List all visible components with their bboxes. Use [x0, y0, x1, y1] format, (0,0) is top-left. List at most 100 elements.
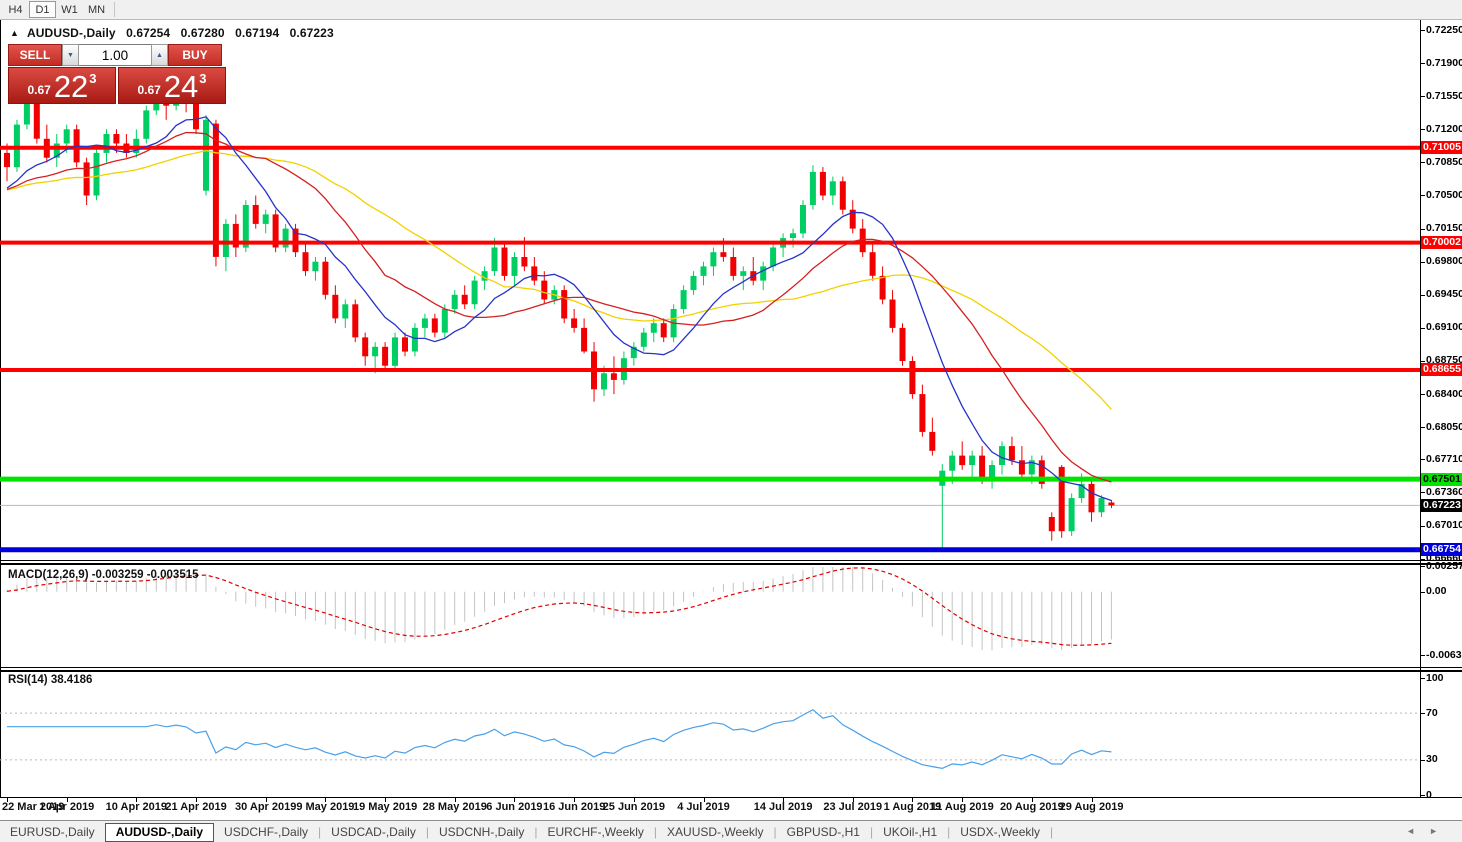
one-click-trade-panel: SELL ▼ ▲ BUY 0.67 22 3 0.67 24 3	[8, 44, 226, 104]
buy-price-pip: 3	[199, 71, 206, 86]
price-axis-tick	[1420, 492, 1425, 493]
rsi-axis-label: 70	[1426, 707, 1462, 720]
buy-button[interactable]: BUY	[168, 44, 222, 66]
price-axis-tick	[1420, 162, 1425, 163]
chart-tab-usdchf-daily[interactable]: USDCHF-,Daily	[214, 822, 318, 842]
chart-tab-usdcad-daily[interactable]: USDCAD-,Daily	[321, 822, 426, 842]
macd-axis-label: 0.00	[1426, 585, 1462, 598]
rsi-axis-label: 100	[1426, 672, 1462, 685]
price-axis-tick	[1420, 328, 1425, 329]
sell-price-prefix: 0.67	[27, 83, 50, 97]
date-axis[interactable]: 22 Mar 20191 Apr 201910 Apr 201921 Apr 2…	[0, 798, 1420, 816]
volume-input[interactable]	[79, 44, 151, 66]
current-price-badge: 0.67223	[1421, 499, 1462, 512]
macd-axis-tick	[1420, 566, 1425, 567]
chart-tab-xauusd-weekly[interactable]: XAUUSD-,Weekly	[657, 822, 773, 842]
mt4-window: H4D1W1MN ▲ AUDUSD-,Daily 0.67254 0.67280…	[0, 0, 1462, 842]
price-line-badge: 0.68655	[1421, 363, 1462, 376]
price-axis-label: 0.70150	[1426, 222, 1462, 235]
price-axis-tick	[1420, 63, 1425, 64]
timeframe-button-mn[interactable]: MN	[83, 1, 110, 18]
buy-price-button[interactable]: 0.67 24 3	[118, 67, 226, 104]
macd-axis-tick	[1420, 592, 1425, 593]
pane-separator[interactable]	[0, 560, 1462, 561]
price-axis-tick	[1420, 559, 1425, 560]
tab-scroll-left-icon[interactable]: ◄	[1406, 826, 1429, 836]
macd-axis-label: 0.002574	[1426, 560, 1462, 573]
price-line-badge: 0.66754	[1421, 543, 1462, 556]
price-axis-label: 0.67010	[1426, 519, 1462, 532]
tab-divider: |	[1050, 825, 1053, 839]
price-axis-tick	[1420, 96, 1425, 97]
price-axis-tick	[1420, 526, 1425, 527]
chart-tab-audusd-daily[interactable]: AUDUSD-,Daily	[105, 823, 214, 842]
volume-increase-button[interactable]: ▲	[151, 44, 168, 66]
price-axis-tick	[1420, 361, 1425, 362]
rsi-axis-tick	[1420, 795, 1425, 796]
rsi-axis-label: 0	[1426, 789, 1462, 802]
timeframe-toolbar: H4D1W1MN	[0, 0, 1462, 20]
price-axis-label: 0.68400	[1426, 388, 1462, 401]
rsi-axis-label: 30	[1426, 753, 1462, 766]
price-axis-label: 0.68050	[1426, 421, 1462, 434]
timeframe-button-d1[interactable]: D1	[29, 1, 56, 18]
buy-price-prefix: 0.67	[137, 83, 160, 97]
pane-separator[interactable]	[0, 667, 1462, 668]
timeframe-button-w1[interactable]: W1	[56, 1, 83, 18]
price-axis-tick	[1420, 459, 1425, 460]
price-axis-tick	[1420, 394, 1425, 395]
rsi-axis-tick	[1420, 678, 1425, 679]
macd-label: MACD(12,26,9) -0.003259 -0.003515	[8, 569, 199, 581]
price-axis-tick	[1420, 295, 1425, 296]
chart-tab-eurchf-weekly[interactable]: EURCHF-,Weekly	[537, 822, 653, 842]
price-axis-label: 0.71200	[1426, 123, 1462, 136]
price-axis-label: 0.69800	[1426, 255, 1462, 268]
macd-axis-label: -0.006326	[1426, 649, 1462, 662]
price-axis-label: 0.70500	[1426, 189, 1462, 202]
pane-separator[interactable]	[0, 563, 1462, 565]
date-axis-label: 4 Jul 2019	[662, 801, 746, 813]
chart-tab-bar: EURUSD-,DailyAUDUSD-,DailyUSDCHF-,Daily |…	[0, 820, 1462, 842]
price-axis-border	[1420, 20, 1421, 797]
sell-button[interactable]: SELL	[8, 44, 62, 66]
pane-separator[interactable]	[0, 670, 1462, 672]
rsi-label: RSI(14) 38.4186	[8, 674, 92, 686]
price-axis-label: 0.67360	[1426, 486, 1462, 499]
tab-scroll-arrows[interactable]: ◄►	[1406, 826, 1452, 836]
chart-tab-usdcnh-daily[interactable]: USDCNH-,Daily	[429, 822, 534, 842]
rsi-indicator-pane[interactable]	[0, 673, 1420, 796]
chart-tab-usdx-weekly[interactable]: USDX-,Weekly	[950, 822, 1050, 842]
macd-axis-tick	[1420, 655, 1425, 656]
date-axis-label: 29 Aug 2019	[1050, 801, 1134, 813]
sell-price-pip: 3	[89, 71, 96, 86]
tab-scroll-right-icon[interactable]: ►	[1429, 826, 1452, 836]
price-axis-label: 0.69100	[1426, 321, 1462, 334]
price-line-badge: 0.70002	[1421, 236, 1462, 249]
price-axis-label: 0.69450	[1426, 288, 1462, 301]
price-axis-tick	[1420, 195, 1425, 196]
ma-fast-line	[7, 117, 1111, 501]
price-axis-label: 0.70850	[1426, 156, 1462, 169]
price-line-badge: 0.67501	[1421, 473, 1462, 486]
chart-tab-eurusd-daily[interactable]: EURUSD-,Daily	[0, 822, 105, 842]
timeframe-button-h4[interactable]: H4	[2, 1, 29, 18]
rsi-axis-tick	[1420, 760, 1425, 761]
toolbar-divider	[114, 2, 115, 17]
sell-price-button[interactable]: 0.67 22 3	[8, 67, 116, 104]
chart-tab-gbpusd-h1[interactable]: GBPUSD-,H1	[777, 822, 870, 842]
rsi-axis-tick	[1420, 713, 1425, 714]
price-axis-label: 0.71900	[1426, 57, 1462, 70]
price-axis-tick	[1420, 129, 1425, 130]
price-axis-tick	[1420, 30, 1425, 31]
price-line-badge: 0.71005	[1421, 141, 1462, 154]
price-axis-tick	[1420, 427, 1425, 428]
volume-decrease-button[interactable]: ▼	[62, 44, 79, 66]
price-axis-label: 0.67710	[1426, 453, 1462, 466]
macd-indicator-pane[interactable]	[0, 567, 1420, 667]
chart-tab-ukoil-h1[interactable]: UKOil-,H1	[873, 822, 947, 842]
ma-mid-line	[7, 133, 1111, 483]
price-axis-label: 0.71550	[1426, 90, 1462, 103]
price-axis-label: 0.72250	[1426, 24, 1462, 37]
sell-price-big: 22	[54, 70, 88, 103]
price-axis-tick	[1420, 262, 1425, 263]
